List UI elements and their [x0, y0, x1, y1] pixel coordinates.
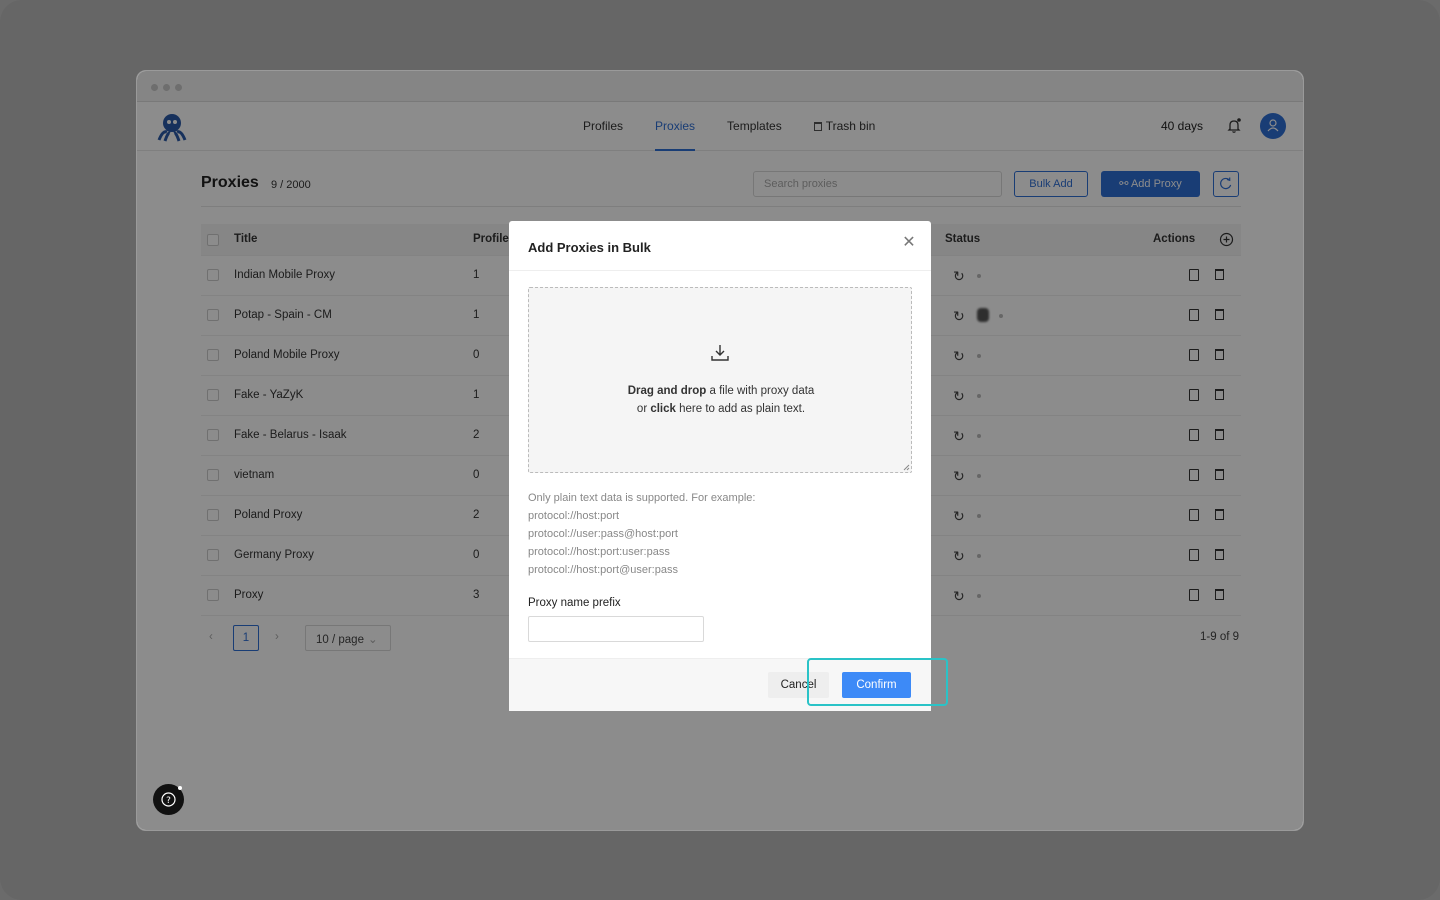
dropzone-text-line1: Drag and drop a file with proxy data: [529, 385, 913, 397]
resize-handle-icon[interactable]: [903, 464, 910, 471]
focus-highlight: [807, 658, 948, 706]
download-icon: [711, 345, 729, 361]
dropzone-text: a file with proxy data: [706, 385, 815, 397]
question-icon: ?: [161, 786, 182, 807]
svg-text:?: ?: [166, 796, 171, 806]
dropzone-bold: Drag and drop: [627, 385, 707, 397]
dropzone-bold: click: [650, 403, 676, 415]
format-example: protocol://user:pass@host:port: [528, 528, 678, 540]
close-icon[interactable]: ✕: [902, 235, 916, 251]
dialog-header: Add Proxies in Bulk ✕: [509, 221, 931, 271]
format-hint: Only plain text data is supported. For e…: [528, 492, 756, 504]
dropzone-text: here to add as plain text.: [675, 403, 806, 415]
proxy-name-prefix-input[interactable]: [528, 616, 704, 642]
prefix-label: Proxy name prefix: [528, 597, 621, 609]
format-example: protocol://host:port:user:pass: [528, 546, 670, 558]
dialog-title: Add Proxies in Bulk: [528, 240, 651, 255]
help-button[interactable]: ?: [153, 784, 184, 815]
bulk-add-dialog: Add Proxies in Bulk ✕ Drag and drop a fi…: [509, 221, 931, 711]
format-example: protocol://host:port@user:pass: [528, 564, 678, 576]
format-example: protocol://host:port: [528, 510, 620, 522]
proxy-dropzone[interactable]: Drag and drop a file with proxy data or …: [528, 287, 912, 473]
dropzone-text-line2: or click here to add as plain text.: [529, 403, 913, 415]
dropzone-text: or: [636, 403, 651, 415]
